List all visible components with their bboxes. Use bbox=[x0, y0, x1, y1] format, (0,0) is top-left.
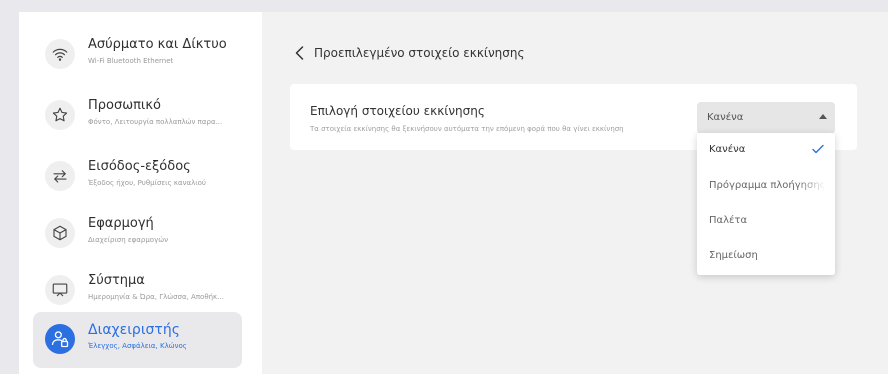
check-icon bbox=[812, 144, 824, 154]
sidebar-item-administrator[interactable]: Διαχειριστής Έλεγχος, Ασφάλεια, Κλώνος bbox=[33, 312, 242, 368]
caret-up-icon bbox=[819, 114, 827, 119]
sidebar-item-subtitle: Έλεγχος, Ασφάλεια, Κλώνος bbox=[88, 342, 187, 350]
setting-description: Τα στοιχεία εκκίνησης θα ξεκινήσουν αυτό… bbox=[310, 125, 624, 133]
sidebar-item-subtitle: Φόντο, Λειτουργία πολλαπλών παρα... bbox=[88, 118, 223, 126]
page-title: Προεπιλεγμένο στοιχείο εκκίνησης bbox=[314, 46, 525, 60]
sidebar-item-subtitle: Wi-Fi Bluetooth Ethernet bbox=[88, 57, 174, 65]
wifi-icon bbox=[45, 39, 75, 69]
dropdown-option-browser[interactable]: Πρόγραμμα πλοήγησης bbox=[697, 169, 835, 203]
sidebar-item-system[interactable]: Σύστημα Ημερομηνία & Ώρα, Γλώσσα, Αποθήκ… bbox=[33, 263, 242, 319]
sidebar-item-title: Προσωπικό bbox=[88, 98, 161, 113]
sidebar-item-personal[interactable]: Προσωπικό Φόντο, Λειτουργία πολλαπλών πα… bbox=[33, 88, 242, 144]
sidebar-item-subtitle: Ημερομηνία & Ώρα, Γλώσσα, Αποθήκ... bbox=[88, 293, 224, 301]
select-value: Κανένα bbox=[707, 112, 744, 123]
sidebar-item-title: Εφαρμογή bbox=[88, 216, 154, 231]
chevron-left-icon bbox=[295, 46, 304, 60]
monitor-icon bbox=[45, 275, 75, 305]
option-label: Κανένα bbox=[709, 144, 746, 155]
option-label: Παλέτα bbox=[709, 215, 748, 226]
sidebar: Ασύρματο και Δίκτυο Wi-Fi Bluetooth Ethe… bbox=[19, 12, 262, 374]
sidebar-item-application[interactable]: Εφαρμογή Διαχείριση εφαρμογών bbox=[33, 206, 242, 262]
admin-lock-icon bbox=[45, 324, 75, 354]
dropdown-option-none[interactable]: Κανένα bbox=[697, 133, 835, 167]
sidebar-item-subtitle: Διαχείριση εφαρμογών bbox=[88, 236, 168, 244]
cube-icon bbox=[45, 218, 75, 248]
settings-window: Ασύρματο και Δίκτυο Wi-Fi Bluetooth Ethe… bbox=[19, 12, 888, 374]
sidebar-item-input-output[interactable]: Εισόδος-εξόδος Έξοδος ήχου, Ρυθμίσεις κα… bbox=[33, 149, 242, 205]
sidebar-item-title: Σύστημα bbox=[88, 273, 145, 288]
sidebar-item-title: Εισόδος-εξόδος bbox=[88, 159, 191, 174]
dropdown-option-palette[interactable]: Παλέτα bbox=[697, 204, 835, 238]
option-label: Πρόγραμμα πλοήγησης bbox=[709, 180, 826, 191]
sidebar-item-subtitle: Έξοδος ήχου, Ρυθμίσεις καναλιού bbox=[88, 179, 206, 187]
sidebar-item-wireless-network[interactable]: Ασύρματο και Δίκτυο Wi-Fi Bluetooth Ethe… bbox=[33, 27, 242, 83]
sidebar-item-title: Διαχειριστής bbox=[88, 322, 180, 338]
setting-title: Επιλογή στοιχείου εκκίνησης bbox=[310, 104, 485, 118]
sidebar-item-title: Ασύρματο και Δίκτυο bbox=[88, 37, 227, 52]
dropdown-menu: Κανένα Πρόγραμμα πλοήγησης Παλέτα Σημείω… bbox=[697, 133, 835, 275]
option-label: Σημείωση bbox=[709, 250, 758, 261]
arrows-icon bbox=[45, 161, 75, 191]
dropdown-option-note[interactable]: Σημείωση bbox=[697, 239, 835, 273]
startup-item-select[interactable]: Κανένα bbox=[697, 102, 835, 134]
star-icon bbox=[45, 100, 75, 130]
back-button[interactable]: Προεπιλεγμένο στοιχείο εκκίνησης bbox=[295, 46, 525, 60]
main-content: Προεπιλεγμένο στοιχείο εκκίνησης Επιλογή… bbox=[262, 12, 888, 374]
